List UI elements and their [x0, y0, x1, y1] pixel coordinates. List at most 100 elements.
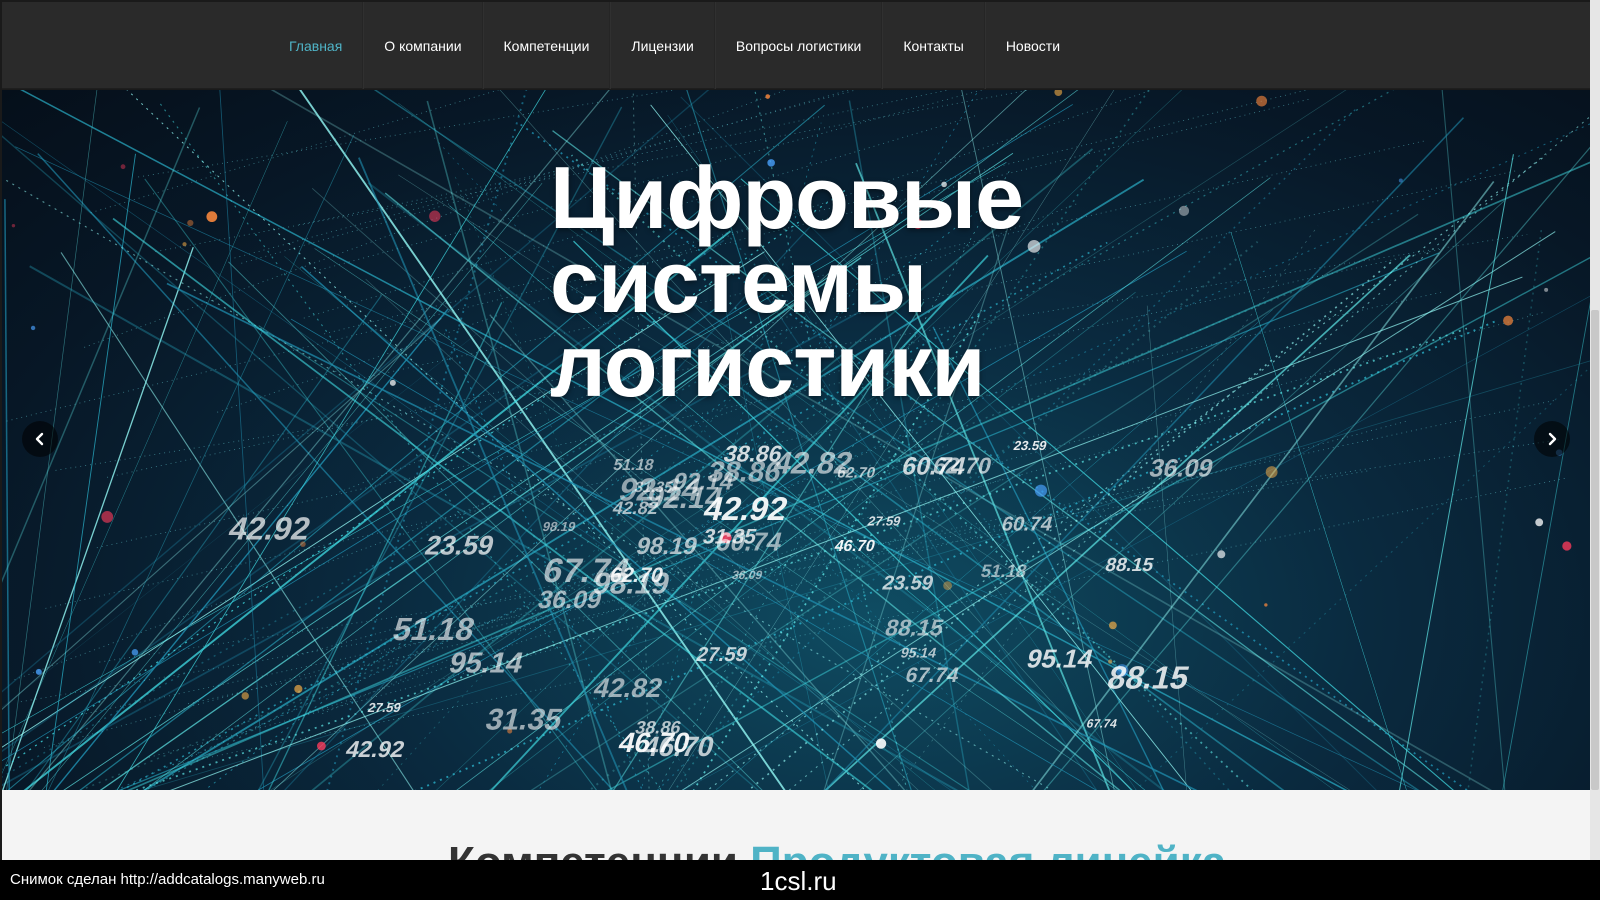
- background-number: 95.14: [446, 647, 527, 679]
- background-number: 88.15: [883, 615, 947, 641]
- nav-item-licenses[interactable]: Лицензии: [610, 2, 715, 89]
- background-number: 42.92: [343, 736, 407, 762]
- glow-dot: [765, 94, 771, 99]
- screenshot-caption-bar: Снимок сделан http://addcatalogs.manyweb…: [0, 860, 1600, 900]
- background-number: 46.70: [615, 727, 693, 759]
- site-watermark: 1csl.ru: [760, 866, 837, 896]
- competencies-section: Компетенции Продуктовая линейка: [2, 790, 1590, 860]
- section-heading-main: Компетенции: [448, 838, 738, 860]
- background-number: 23.59: [422, 530, 497, 561]
- light-streak: [1467, 229, 1543, 790]
- background-number: 88.15: [1103, 555, 1156, 576]
- light-streak: [37, 153, 614, 790]
- glow-dot: [120, 164, 126, 170]
- light-streak: [1230, 232, 1407, 790]
- carousel-prev-button[interactable]: [22, 421, 58, 457]
- glow-dot: [1544, 287, 1549, 292]
- background-number: 46.70: [833, 537, 877, 555]
- background-number: 98.19: [541, 519, 577, 534]
- glow-dot: [11, 223, 16, 228]
- background-number: 31.35: [701, 525, 760, 549]
- glow-dot: [943, 581, 953, 591]
- nav-item-news[interactable]: Новости: [984, 2, 1080, 89]
- background-number: 95.14: [899, 646, 938, 662]
- hero-title-line: Цифровые: [550, 148, 1024, 247]
- background-number: 27.59: [866, 514, 902, 529]
- nav-item-logistics-questions[interactable]: Вопросы логистики: [714, 2, 883, 89]
- background-number: 92.14: [670, 469, 737, 496]
- light-streak: [219, 90, 265, 790]
- screenshot-caption: Снимок сделан http://addcatalogs.manyweb…: [10, 871, 325, 888]
- chevron-left-icon: [35, 432, 44, 446]
- background-number: 36.09: [731, 568, 765, 582]
- hero-title-line: системы: [550, 232, 927, 331]
- glow-dot: [35, 668, 42, 675]
- background-number: 62.70: [835, 465, 877, 482]
- glow-dot: [429, 210, 441, 222]
- background-number: 31.35: [482, 703, 565, 736]
- glow-dot: [1108, 621, 1117, 630]
- background-number: 36.09: [1147, 455, 1216, 483]
- glow-dot: [30, 325, 36, 331]
- glow-dot: [1054, 90, 1063, 97]
- glow-dot: [187, 219, 194, 227]
- background-number: 36.09: [535, 587, 604, 615]
- background-number: 27.59: [694, 644, 749, 666]
- glow-dot: [1265, 466, 1278, 478]
- light-streak: [1441, 90, 1506, 790]
- carousel-next-button[interactable]: [1534, 421, 1570, 457]
- background-number: 51.18: [979, 560, 1029, 581]
- glow-dot: [316, 741, 326, 751]
- nav-item-competencies[interactable]: Компетенции: [482, 2, 611, 89]
- glow-dot: [1398, 178, 1403, 183]
- glow-dot: [1562, 541, 1572, 551]
- glow-dot: [1535, 518, 1544, 527]
- background-number: 98.19: [633, 533, 700, 560]
- glow-dot: [206, 211, 218, 223]
- background-number: 51.18: [611, 456, 655, 474]
- nav-item-about[interactable]: О компании: [363, 2, 483, 89]
- background-number: 67.74: [903, 663, 962, 687]
- page: Главная О компании Компетенции Лицензии …: [0, 0, 1600, 900]
- light-streak: [2, 317, 442, 711]
- light-streak: [1134, 366, 1590, 790]
- glow-dot: [131, 648, 139, 656]
- background-number: 27.59: [366, 700, 402, 715]
- top-navigation: Главная О компании Компетенции Лицензии …: [2, 2, 1590, 89]
- glow-dot: [1217, 550, 1226, 559]
- nav-item-home[interactable]: Главная: [269, 2, 364, 89]
- light-streak: [1146, 305, 1187, 790]
- glow-dot: [182, 242, 187, 247]
- chevron-right-icon: [1548, 432, 1557, 446]
- glow-dot: [875, 738, 887, 749]
- glow-dot: [1264, 603, 1268, 607]
- scrollbar-thumb[interactable]: [1591, 310, 1599, 790]
- hero-title-line: логистики: [550, 316, 986, 415]
- nav-menu: Главная О компании Компетенции Лицензии …: [269, 2, 1080, 89]
- section-heading-accent[interactable]: Продуктовая линейка: [750, 838, 1226, 860]
- background-number: 23.59: [880, 573, 935, 595]
- light-streak: [1399, 154, 1514, 790]
- background-number: 60.74: [899, 453, 968, 481]
- glow-dot: [1178, 205, 1190, 217]
- glow-dot: [389, 379, 396, 386]
- page-scrollbar[interactable]: [1590, 0, 1600, 860]
- background-number: 60.74: [999, 514, 1055, 536]
- glow-dot: [1503, 315, 1514, 326]
- background-number: 51.18: [389, 611, 478, 646]
- glow-dot: [294, 684, 303, 694]
- glow-dot: [1256, 95, 1268, 107]
- nav-item-contacts[interactable]: Контакты: [882, 2, 985, 89]
- hero-title: Цифровые системы логистики: [550, 148, 1150, 415]
- glow-dot: [241, 692, 249, 700]
- background-number: 67.74: [1085, 717, 1119, 731]
- background-number: 42.82: [591, 672, 666, 703]
- background-number: 67.74: [539, 552, 634, 589]
- background-number: 95.14: [1024, 644, 1097, 674]
- light-streak: [4, 199, 10, 790]
- glow-dot: [101, 511, 114, 523]
- section-heading: Компетенции Продуктовая линейка: [448, 838, 1226, 860]
- glow-dot: [1034, 484, 1048, 497]
- background-number: 88.15: [1104, 660, 1193, 695]
- background-number: 42.92: [225, 511, 314, 546]
